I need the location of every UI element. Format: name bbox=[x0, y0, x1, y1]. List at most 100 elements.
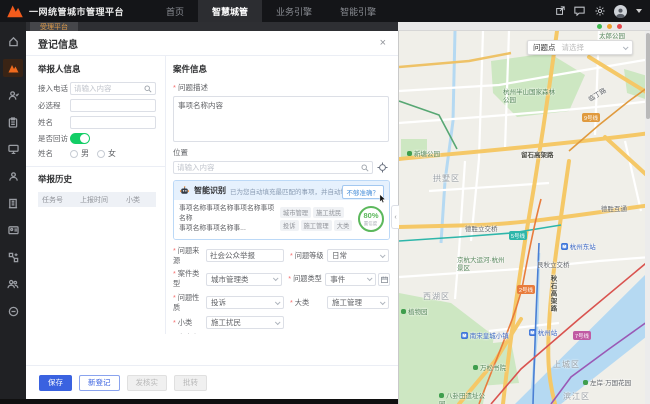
map-label: 留石高架路 bbox=[521, 149, 554, 159]
users-icon[interactable] bbox=[3, 275, 23, 293]
map-canvas[interactable]: 问题点 请选择 太郎公园临丁路杭州半山国家森林公园新塘公园留石高架路拱墅区德胜互… bbox=[398, 31, 650, 404]
match-tags: 城市管理 施工扰民 投诉 施工管理 大类 bbox=[280, 207, 354, 231]
phone-input[interactable] bbox=[74, 84, 144, 93]
nav-ai-engine[interactable]: 智能引擎 bbox=[326, 0, 390, 22]
map-label: 八卦田遗址公园 bbox=[439, 393, 491, 404]
nav-business-engine[interactable]: 业务引擎 bbox=[262, 0, 326, 22]
problem-type-label: 问题类型 bbox=[288, 274, 325, 284]
phone-label: 接入电话 bbox=[38, 83, 70, 94]
user-check-icon[interactable] bbox=[3, 86, 23, 104]
tag: 城市管理 bbox=[280, 207, 311, 218]
desc-textarea[interactable]: 事项名称内容 bbox=[173, 96, 389, 142]
name-input[interactable] bbox=[74, 118, 152, 127]
transfer-button[interactable]: 批转 bbox=[174, 375, 207, 391]
home-icon[interactable] bbox=[3, 32, 23, 50]
send-verify-button[interactable]: 发核实 bbox=[127, 375, 168, 391]
radio-female[interactable] bbox=[97, 150, 105, 158]
external-link-icon[interactable] bbox=[554, 6, 565, 17]
ai-recognition-panel: 智能识别 已为您自动填充最匹配的事项，并自动填充 不够准确？ 事项名称事项名称事… bbox=[173, 180, 390, 240]
source-label: 问题来源 bbox=[173, 246, 206, 266]
field2-label: 必选程 bbox=[38, 100, 70, 111]
scrollbar-thumb[interactable] bbox=[646, 33, 650, 119]
locate-icon[interactable] bbox=[377, 162, 388, 173]
caret-down-icon[interactable] bbox=[636, 9, 642, 13]
tab-acceptance-platform[interactable]: 受理平台 bbox=[30, 22, 78, 31]
revisit-toggle[interactable] bbox=[70, 133, 90, 144]
map-label: 新塘公园 bbox=[407, 151, 459, 159]
metro-line-badge: 5号线 bbox=[509, 231, 527, 240]
map-label: 德胜互通 bbox=[601, 203, 627, 213]
field2-input[interactable] bbox=[74, 101, 152, 110]
window-dot-red bbox=[617, 24, 622, 29]
id-card-icon[interactable] bbox=[3, 221, 23, 239]
major-select[interactable]: 施工管理 bbox=[327, 296, 389, 309]
gear-icon[interactable] bbox=[594, 6, 605, 17]
panel-collapse-handle[interactable]: ‹ bbox=[391, 205, 399, 229]
not-accurate-button[interactable]: 不够准确？ bbox=[342, 185, 385, 199]
col-subcategory: 小类 bbox=[126, 195, 152, 205]
history-table-header: 任务号 上报时间 小类 bbox=[38, 192, 156, 207]
new-registration-button[interactable]: 新登记 bbox=[79, 375, 120, 391]
section-title-history: 举报历史 bbox=[38, 173, 159, 185]
window-dot-orange bbox=[607, 24, 612, 29]
app-title: 一网统管城市管理平台 bbox=[29, 5, 124, 18]
radio-male[interactable] bbox=[70, 150, 78, 158]
save-button[interactable]: 保存 bbox=[39, 375, 72, 391]
case-type-select[interactable]: 城市管理类 bbox=[206, 273, 282, 286]
registration-panel: 登记信息 × 举报人信息 接入电话 必选程 姓名 bbox=[26, 31, 398, 399]
user-avatar[interactable] bbox=[614, 5, 627, 18]
top-navigation-bar: 一网统管城市管理平台 首页 智慧城管 业务引擎 智能引擎 bbox=[0, 0, 650, 22]
nature-select[interactable]: 投诉 bbox=[206, 296, 284, 309]
monitor-icon[interactable] bbox=[3, 140, 23, 158]
revisit-label: 是否回访 bbox=[38, 133, 70, 144]
close-icon[interactable]: × bbox=[380, 38, 386, 49]
level-select[interactable]: 日常 bbox=[327, 249, 389, 262]
location-input[interactable] bbox=[177, 163, 361, 172]
ai-title: 智能识别 bbox=[194, 185, 226, 196]
map-label: 拱墅区 bbox=[433, 173, 460, 184]
search-icon[interactable] bbox=[361, 164, 369, 172]
nav-home[interactable]: 首页 bbox=[152, 0, 198, 22]
map-label: 德胜立交桥 bbox=[465, 223, 498, 233]
location-label: 位置 bbox=[173, 147, 390, 158]
chevron-down-icon bbox=[380, 252, 386, 258]
matched-item-name: 事项名称事项名称事项名称事项名称 事项名称事项名称事... bbox=[179, 204, 276, 235]
minor-select[interactable]: 施工扰民 bbox=[206, 316, 284, 329]
source-input[interactable] bbox=[210, 251, 280, 260]
desc-label: 问题描述 bbox=[173, 82, 390, 93]
main-nav: 首页 智慧城管 业务引擎 智能引擎 bbox=[152, 0, 390, 22]
map-label: 西湖区 bbox=[423, 291, 450, 302]
city-platform-icon[interactable] bbox=[3, 59, 23, 77]
chevron-down-icon bbox=[275, 299, 281, 305]
category-picker-icon[interactable] bbox=[378, 273, 390, 286]
map-label: 杭州东站 bbox=[561, 241, 596, 251]
circle-minus-icon[interactable] bbox=[3, 302, 23, 320]
message-icon[interactable] bbox=[574, 6, 585, 17]
tag: 投诉 bbox=[280, 220, 299, 231]
building-icon[interactable] bbox=[3, 194, 23, 212]
metro-line-badge: 9号线 bbox=[582, 113, 600, 122]
share-icon[interactable] bbox=[3, 248, 23, 266]
map-point-select[interactable]: 问题点 请选择 bbox=[527, 40, 633, 55]
map-label: 艮秋立交桥 bbox=[537, 259, 570, 269]
chevron-down-icon bbox=[273, 276, 279, 282]
map-label: 滨江区 bbox=[563, 391, 590, 402]
nav-smart-city[interactable]: 智慧城管 bbox=[198, 0, 262, 22]
filing-label: 立案条件 bbox=[173, 333, 206, 334]
ai-message: 已为您自动填充最匹配的事项，并自动填充 bbox=[230, 186, 354, 196]
map-label: 上城区 bbox=[553, 359, 580, 370]
metro-line-badge: 7号线 bbox=[573, 331, 591, 340]
gender-label: 姓名 bbox=[38, 148, 70, 159]
sub-tab-bar: 受理平台 bbox=[26, 22, 398, 31]
name-label: 姓名 bbox=[38, 117, 70, 128]
radio-male-label: 男 bbox=[81, 148, 89, 159]
clipboard-icon[interactable] bbox=[3, 113, 23, 131]
map-label: 京杭大运河·杭州景区 bbox=[457, 257, 509, 274]
problem-type-select[interactable]: 事件 bbox=[325, 273, 376, 286]
user-icon[interactable] bbox=[3, 167, 23, 185]
case-info-section: 案件信息 问题描述 事项名称内容 位置 bbox=[165, 56, 398, 334]
modal-footer: 保存 新登记 发核实 批转 bbox=[26, 365, 398, 399]
section-title-case: 案件信息 bbox=[173, 63, 390, 75]
search-icon[interactable] bbox=[144, 85, 152, 93]
chevron-down-icon bbox=[367, 276, 373, 282]
